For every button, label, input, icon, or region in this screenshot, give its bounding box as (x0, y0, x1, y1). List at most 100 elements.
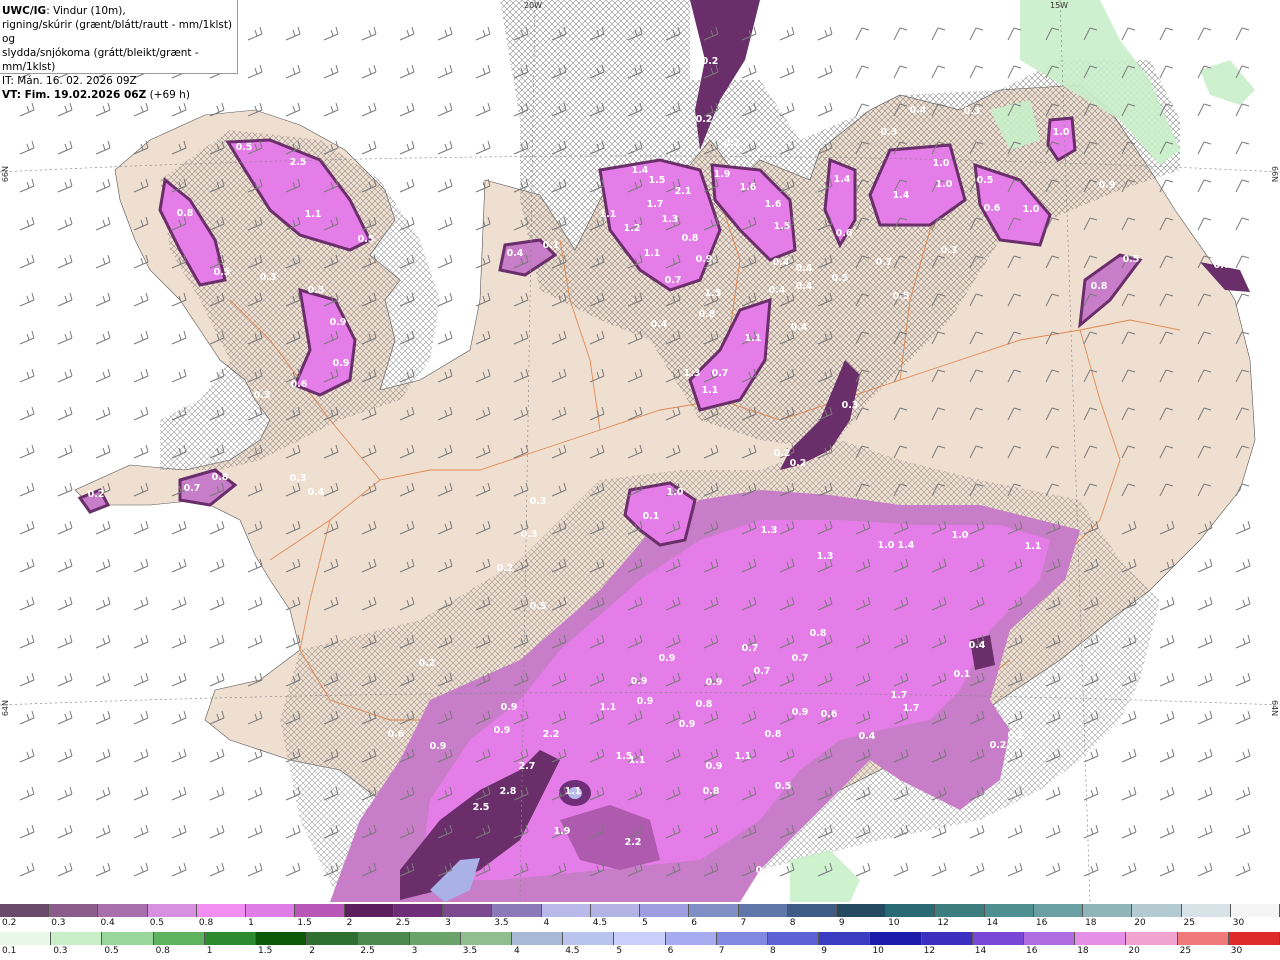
legend-swatch (787, 904, 837, 917)
precip-value-label: 0.5 (775, 781, 792, 792)
legend-tick-label: 0.5 (104, 946, 119, 956)
legend-tick-label: 0.4 (100, 918, 115, 928)
legend-tick-label: 1.5 (258, 946, 273, 956)
precip-value-label: 0.9 (679, 719, 696, 730)
legend-swatch (716, 932, 769, 945)
precip-value-label: 0.4 (791, 322, 808, 333)
legend-tick-label: 25 (1179, 946, 1192, 956)
precip-value-label: 1.0 (878, 540, 895, 551)
legend-tick-label: 25 (1183, 918, 1195, 928)
legend-swatch (1181, 904, 1231, 917)
legend-tick-label: 1 (206, 946, 213, 956)
precip-value-label: 0.5 (893, 291, 910, 302)
legend-swatch (563, 932, 615, 945)
precip-value-label: 0.8 (810, 628, 827, 639)
precip-value-label: 0.7 (742, 643, 759, 654)
info-line-5: VT: Fim. 19.02.2026 06Z (+69 h) (2, 89, 190, 101)
map-info-box: UWC/IG: Vindur (10m), rigning/skúrir (gr… (0, 0, 238, 101)
precip-value-label: 1.3 (662, 214, 679, 225)
legend-swatch (409, 932, 461, 945)
lat-label-66n-left: 66N (1, 166, 10, 183)
legend-ticks-snow: 0.2 0.3 0.4 0.5 0.8 1 1.5 2 2.5 3 3.5 4 4.5 5 6 7 8 9 10 12… (0, 918, 1280, 930)
legend-ticks-rain: 0.1 0.3 0.5 0.8 1 1.5 2 2.5 3 3.5 4 4.5 5 6 7 8 9 10 12 14 1… (0, 946, 1280, 958)
legend-tick-label: 20 (1128, 946, 1140, 956)
legend-tick-label: 4.5 (565, 946, 580, 956)
legend-swatch (492, 904, 542, 917)
precip-value-label: 0.5 (214, 267, 231, 278)
legend-swatch (0, 904, 50, 917)
precip-value-label: 0.4 (651, 319, 668, 330)
legend-swatch (738, 904, 788, 917)
lat-label-64n-left: 64N (1, 700, 10, 717)
precip-value-label: 0.3 (941, 245, 958, 256)
precip-value-label: 1.1 (600, 209, 617, 220)
precip-value-label: 0.9 (631, 676, 648, 687)
precip-value-label: 0.2 (724, 138, 741, 149)
precip-value-label: 1.1 (735, 751, 752, 762)
legend-swatch (1228, 932, 1280, 945)
precip-value-label: 0.3 (881, 127, 898, 138)
legend-swatch (1024, 932, 1076, 945)
legend-tick-label: 2.5 (395, 918, 411, 928)
legend-swatch (443, 904, 493, 917)
precip-value-label: 2.2 (543, 729, 560, 740)
precip-value-label: 1.0 (1053, 127, 1070, 138)
precip-value-label: 0.8 (765, 729, 782, 740)
legend-tick-label: 2 (346, 918, 353, 928)
legend-tick-label: 6 (691, 918, 697, 928)
precip-value-label: 0.1 (954, 669, 971, 680)
precip-value-label: 2.5 (290, 157, 307, 168)
precip-value-label: 0.4 (910, 105, 927, 116)
legend-row-snow (0, 904, 1280, 917)
precip-value-label: 1.9 (554, 826, 571, 837)
info-line-2: rigning/skúrir (grænt/blátt/rautt - mm/1… (2, 19, 233, 45)
precip-value-label: 2.2 (625, 837, 642, 848)
precip-value-label: 0.4 (969, 640, 986, 651)
precip-value-label: 1.7 (891, 690, 908, 701)
legend-swatch (665, 932, 717, 945)
precip-value-label: 0.1 (543, 240, 560, 251)
precip-value-label: 0.4 (796, 263, 813, 274)
legend-tick-label: 3.5 (462, 946, 478, 956)
legend-tick-label: 4 (514, 946, 520, 956)
precip-value-label: 1.7 (903, 703, 920, 714)
precip-value-label: 0.7 (876, 257, 893, 268)
precip-value-label: 0.8 (1091, 281, 1108, 292)
legend-tick-label: 9 (838, 918, 845, 928)
legend-tick-label: 30 (1230, 946, 1243, 956)
precip-value-label: 1.5 (705, 288, 722, 299)
precip-value-label: 1.5 (649, 175, 666, 186)
legend-tick-label: 7 (740, 918, 747, 928)
precip-value-label: 0.8 (696, 699, 713, 710)
precip-value-label: 0.4 (769, 285, 786, 296)
precip-value-label: 0.3 (530, 496, 547, 507)
legend-tick-label: 4 (543, 918, 550, 928)
precip-value-label: 1.0 (1023, 204, 1040, 215)
precip-value-label: 2.5 (473, 802, 490, 813)
precip-value-label: 1.4 (632, 165, 649, 176)
precip-value-label: 1.1 (1025, 541, 1042, 552)
legend-tick-label: 0.2 (2, 918, 17, 928)
precip-value-label: 0.3 (254, 390, 271, 401)
legend-swatch (204, 932, 257, 945)
precip-value-label: 0.2 (1008, 730, 1025, 741)
legend-swatch (147, 904, 197, 917)
precip-value-label: 1.5 (774, 221, 791, 232)
legend-swatch (344, 904, 394, 917)
legend-swatch (256, 932, 308, 945)
legend-tick-label: 14 (986, 918, 999, 928)
precip-value-label: 1.1 (629, 755, 646, 766)
legend-tick-label: 2.5 (360, 946, 375, 956)
precip-value-label: 1.3 (684, 368, 701, 379)
legend-tick-label: 20 (1134, 918, 1146, 928)
precip-value-label: 0.9 (430, 741, 447, 752)
precip-value-label: 0.7 (792, 653, 809, 664)
precip-value-label: 1.3 (817, 551, 834, 562)
precip-value-label: 0.7 (665, 275, 682, 286)
legend-swatch (886, 904, 936, 917)
precip-value-label: 0.6 (984, 203, 1001, 214)
legend-swatch (98, 904, 148, 917)
precip-value-label: 0.7 (184, 483, 201, 494)
legend-swatch (541, 904, 591, 917)
legend-tick-label: 5 (642, 918, 648, 928)
